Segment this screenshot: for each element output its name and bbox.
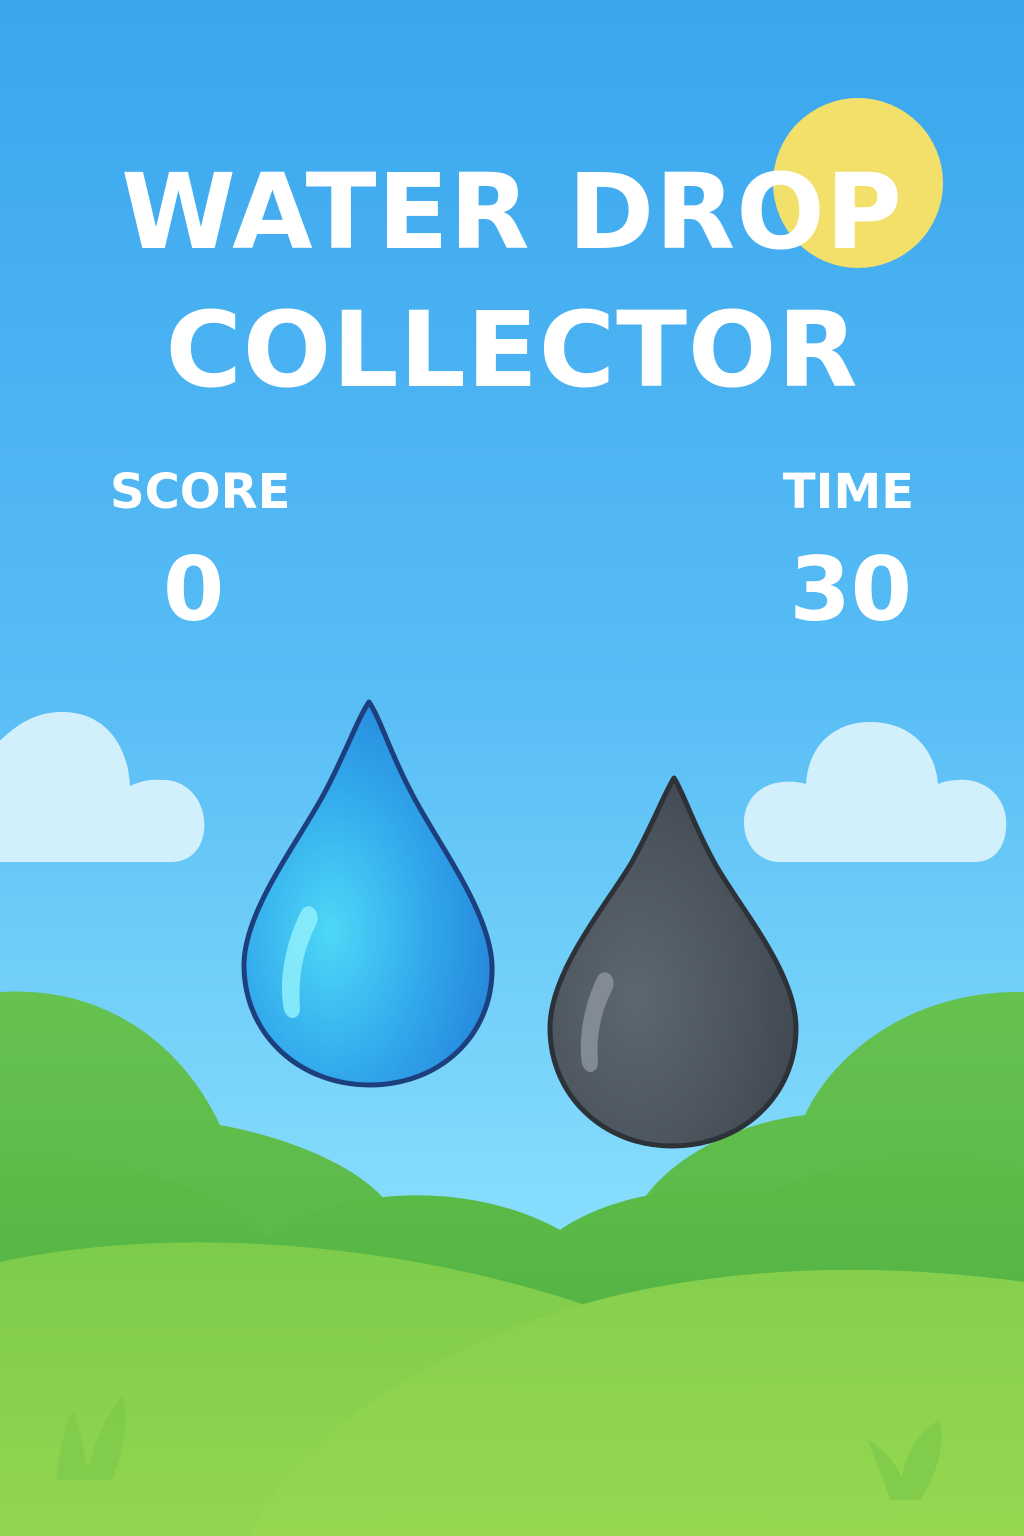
time-label: TIME [782, 464, 914, 520]
game-screen: WATER DROP COLLECTOR SCORE 0 TIME 30 [0, 0, 1024, 1536]
game-title-line-1: WATER DROP [121, 151, 903, 273]
time-value: 30 [789, 538, 912, 641]
score-value: 0 [163, 538, 225, 641]
score-label: SCORE [110, 464, 291, 520]
water-drop-icon[interactable] [230, 690, 506, 1110]
oil-drop-icon[interactable] [538, 766, 808, 1166]
game-title-line-2: COLLECTOR [165, 289, 859, 411]
